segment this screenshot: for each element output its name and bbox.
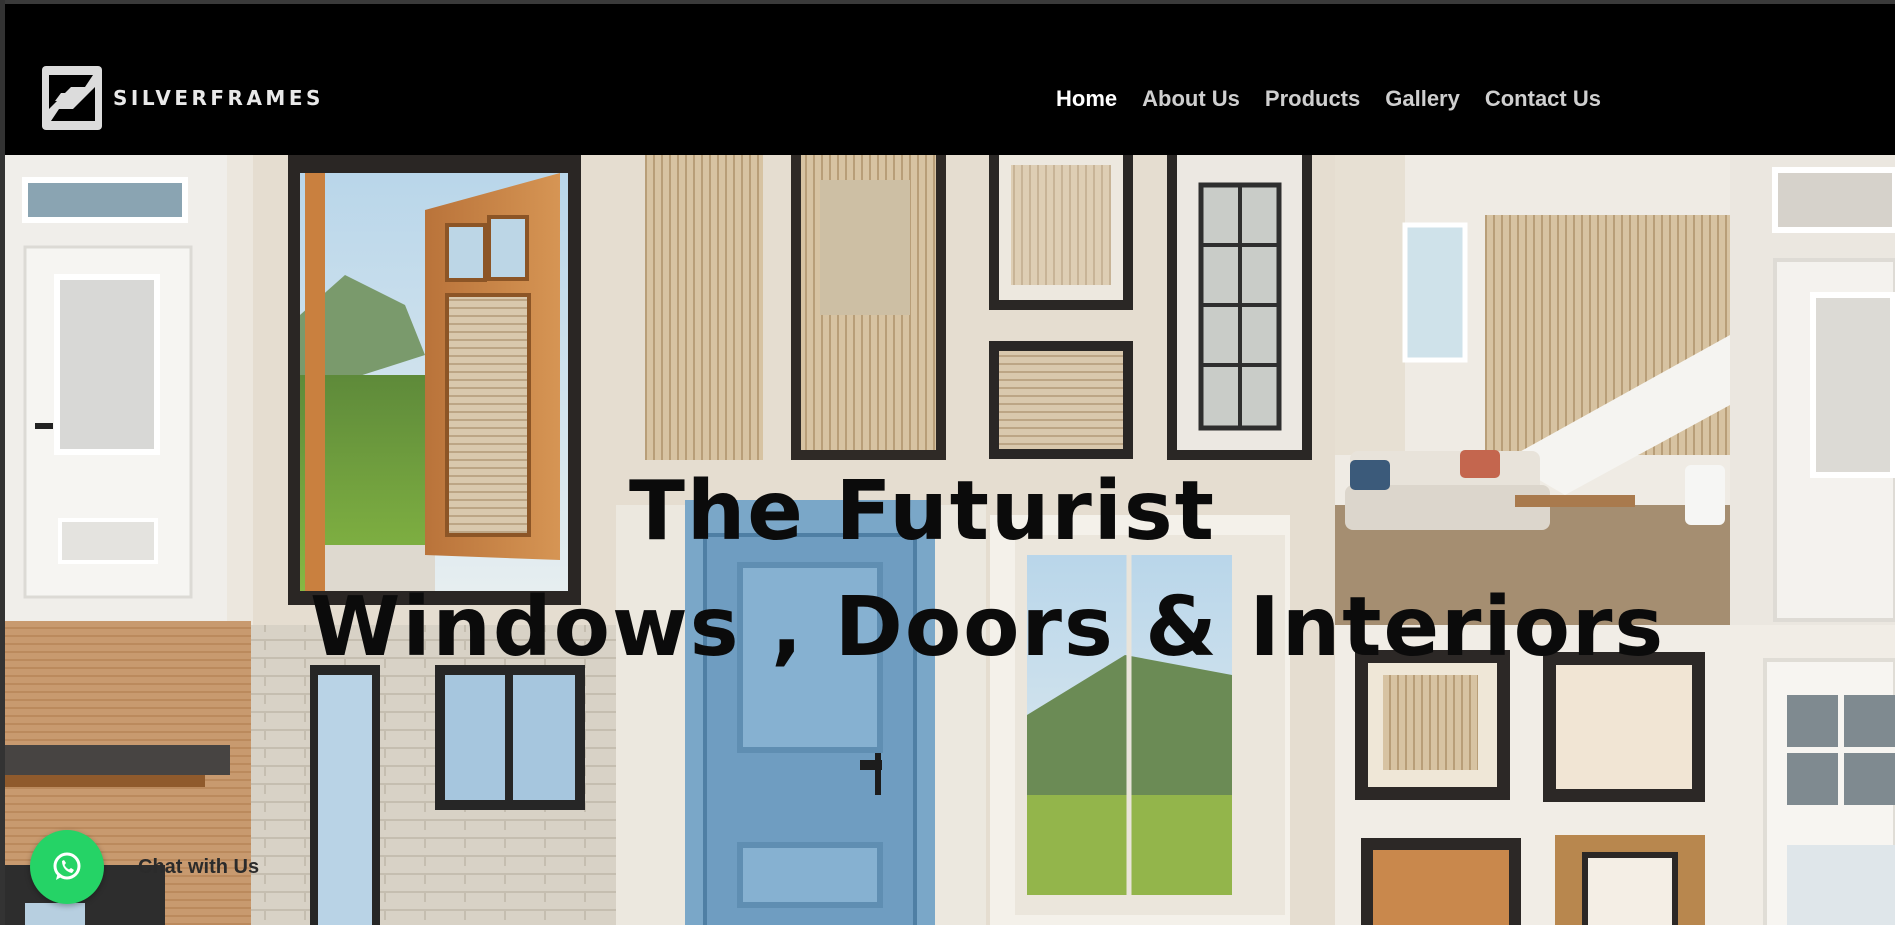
nav-home[interactable]: Home (1056, 86, 1117, 112)
site-header: SILVERFRAMES Home About Us Products Gall… (5, 4, 1895, 155)
nav-gallery[interactable]: Gallery (1385, 86, 1460, 112)
hero-collage-image (5, 155, 1895, 925)
nav-about-us[interactable]: About Us (1142, 86, 1240, 112)
hero-section: The Futurist Windows , Doors & Interiors (5, 155, 1895, 925)
nav-contact-us[interactable]: Contact Us (1485, 86, 1601, 112)
chat-widget[interactable]: Chat with Us (30, 830, 259, 904)
brand-name: SILVERFRAMES (113, 86, 324, 110)
browser-viewport: SILVERFRAMES Home About Us Products Gall… (5, 0, 1895, 925)
whatsapp-chat-button[interactable] (30, 830, 104, 904)
silverframes-logo-icon (42, 66, 102, 130)
chat-label[interactable]: Chat with Us (138, 856, 259, 879)
main-nav: Home About Us Products Gallery Contact U… (1056, 86, 1626, 112)
brand-logo-link[interactable]: SILVERFRAMES (41, 65, 324, 131)
whatsapp-icon (53, 852, 81, 880)
nav-products[interactable]: Products (1265, 86, 1360, 112)
